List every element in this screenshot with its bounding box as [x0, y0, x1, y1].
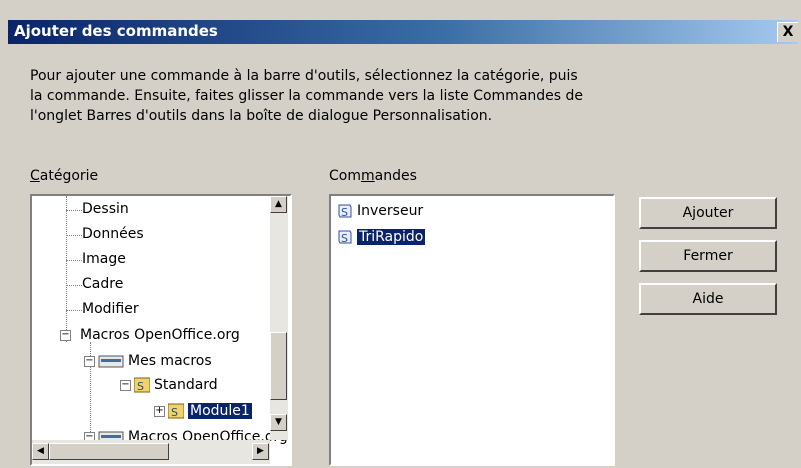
commands-label: Commandes — [329, 168, 417, 184]
tree-item-label-selected: Module1 — [188, 403, 252, 419]
instructions-text: Pour ajouter une commande à la barre d'o… — [30, 68, 584, 124]
command-item-inverseur[interactable]: S Inverseur — [337, 200, 423, 222]
scroll-thumb-horizontal[interactable] — [49, 443, 169, 460]
tree-item-cadre[interactable]: Cadre — [82, 273, 123, 295]
tree-item-label: Mes macros — [128, 353, 212, 369]
vertical-scrollbar[interactable]: ▲ ▼ — [270, 196, 288, 440]
category-label-rest: atégorie — [39, 168, 99, 184]
tree-item-module1[interactable]: S Module1 — [168, 400, 252, 422]
tree-item-modifier[interactable]: Modifier — [82, 298, 139, 320]
commands-label-before: Com — [329, 168, 361, 184]
close-button[interactable]: Fermer — [639, 240, 777, 272]
title-bar[interactable]: Ajouter des commandes X — [8, 20, 798, 44]
dialog-title: Ajouter des commandes — [14, 22, 218, 40]
macro-library-icon: S — [134, 377, 150, 393]
tree-line — [66, 235, 82, 236]
tree-line — [66, 310, 82, 311]
horizontal-scrollbar[interactable]: ◀ ▶ — [32, 440, 270, 464]
tree-line — [66, 260, 82, 261]
category-label: Catégorie — [30, 168, 98, 184]
collapse-icon[interactable]: − — [60, 330, 71, 341]
command-label: Inverseur — [357, 203, 424, 219]
scroll-up-icon[interactable]: ▲ — [270, 196, 287, 213]
scroll-down-icon[interactable]: ▼ — [270, 414, 287, 431]
tree-item-mes-macros[interactable]: Mes macros — [98, 350, 212, 372]
close-icon[interactable]: X — [777, 22, 798, 42]
svg-text:S: S — [341, 206, 348, 219]
folder-icon — [98, 355, 124, 368]
collapse-icon[interactable]: − — [120, 380, 131, 391]
expand-icon[interactable]: + — [154, 406, 165, 417]
tree-line — [66, 285, 82, 286]
tree-item-standard[interactable]: S Standard — [134, 374, 218, 396]
command-label-selected: TriRapido — [357, 229, 426, 245]
scroll-thumb[interactable] — [270, 332, 287, 400]
svg-text:S: S — [171, 406, 178, 419]
tree-item-donnees[interactable]: Données — [82, 223, 144, 245]
add-button[interactable]: Ajouter — [639, 197, 777, 229]
category-tree[interactable]: Dessin Données Image Cadre Modifier − Ma… — [30, 194, 292, 466]
tree-item-image[interactable]: Image — [82, 248, 126, 270]
category-label-mnemonic: C — [30, 168, 40, 184]
scroll-left-icon[interactable]: ◀ — [32, 443, 49, 460]
tree-line — [66, 210, 82, 211]
scroll-right-icon[interactable]: ▶ — [252, 443, 269, 460]
add-commands-dialog: Ajouter des commandes X Pour ajouter une… — [0, 0, 801, 468]
commands-label-mnemonic: m — [360, 168, 375, 184]
tree-item-dessin[interactable]: Dessin — [82, 198, 129, 220]
collapse-icon[interactable]: − — [84, 356, 95, 367]
tree-item-label: Standard — [154, 377, 218, 393]
command-item-trirapido[interactable]: S TriRapido — [337, 226, 426, 248]
basic-script-icon: S — [338, 230, 352, 245]
svg-text:S: S — [341, 232, 348, 245]
help-button[interactable]: Aide — [639, 283, 777, 315]
commands-label-rest: andes — [374, 168, 417, 184]
basic-script-icon: S — [338, 204, 352, 219]
tree-item-macros-openoffice[interactable]: Macros OpenOffice.org — [80, 324, 240, 346]
macro-library-icon: S — [168, 403, 184, 419]
tree-line — [66, 196, 67, 342]
commands-list[interactable]: S Inverseur S TriRapido — [329, 194, 615, 466]
svg-text:S: S — [137, 380, 144, 393]
